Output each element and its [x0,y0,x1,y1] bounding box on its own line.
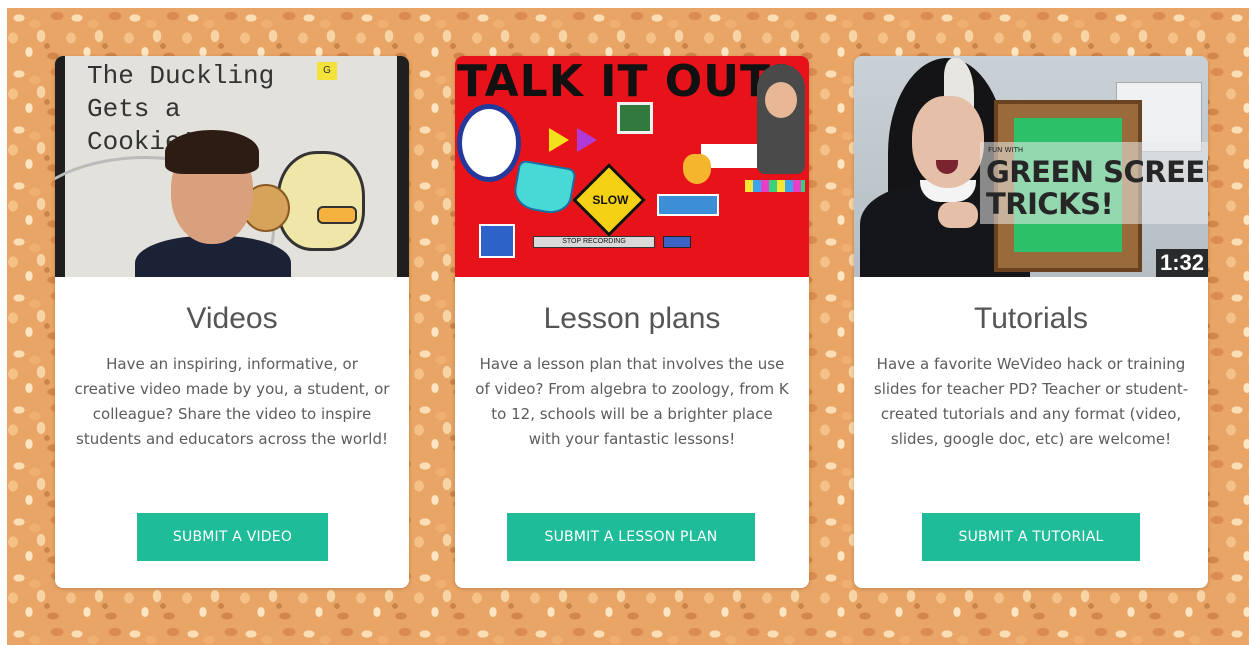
videos-thumbnail[interactable]: The Duckling Gets a Cookie!? G [55,56,409,277]
pointing-hand [938,202,978,228]
card-lesson-plans: TALK IT OUT! SLOW STOP RECORDING Lesson … [455,56,809,588]
slow-sign-icon: SLOW [572,163,646,237]
duck-illustration [277,151,365,251]
lesson-plans-thumbnail[interactable]: TALK IT OUT! SLOW STOP RECORDING [455,56,809,277]
video-duration-badge: 1:32 [1155,249,1208,277]
chalkboard-icon [617,102,653,134]
overlay-kicker: FUN WITH [988,146,1024,154]
letter-tiles-icon [745,180,805,192]
tutorials-thumbnail[interactable]: FUN WITH GREEN SCREEN TRICKS! 1:32 [854,56,1208,277]
child-hair [165,130,259,174]
arrow-right-icon [577,128,597,152]
purpose-label-icon [657,194,719,216]
card-title: Videos [186,302,278,335]
card-title: Tutorials [974,302,1088,335]
submit-video-button[interactable]: SUBMIT A VIDEO [137,513,328,561]
save-icon [663,236,691,248]
arrow-right-icon [549,128,569,152]
thumbnail-headline: TALK IT OUT! [457,56,793,107]
clock-icon [457,104,521,182]
diamond-icon [511,159,577,217]
slow-sign-text: SLOW [592,193,629,207]
card-tutorials: FUN WITH GREEN SCREEN TRICKS! 1:32 Tutor… [854,56,1208,588]
duck-beak [317,206,357,224]
teacher-avatar-body [757,64,805,174]
card-description: Have a lesson plan that involves the use… [475,355,789,448]
overlay-title: GREEN SCREEN TRICKS! [986,155,1208,221]
teacher-avatar-face [765,82,797,118]
presenter-face [912,96,984,188]
book-sticker: G [317,62,337,80]
submit-tutorial-button[interactable]: SUBMIT A TUTORIAL [922,513,1140,561]
card-title: Lesson plans [543,302,721,335]
card-videos: The Duckling Gets a Cookie!? G Videos Ha… [55,56,409,588]
card-description: Have an inspiring, informative, or creat… [74,355,390,448]
submit-lesson-plan-button[interactable]: SUBMIT A LESSON PLAN [507,513,755,561]
hand-icon [683,154,711,184]
app-logo-icon [479,224,515,258]
stop-recording-bar: STOP RECORDING [533,236,655,248]
card-description: Have a favorite WeVideo hack or training… [873,355,1189,448]
